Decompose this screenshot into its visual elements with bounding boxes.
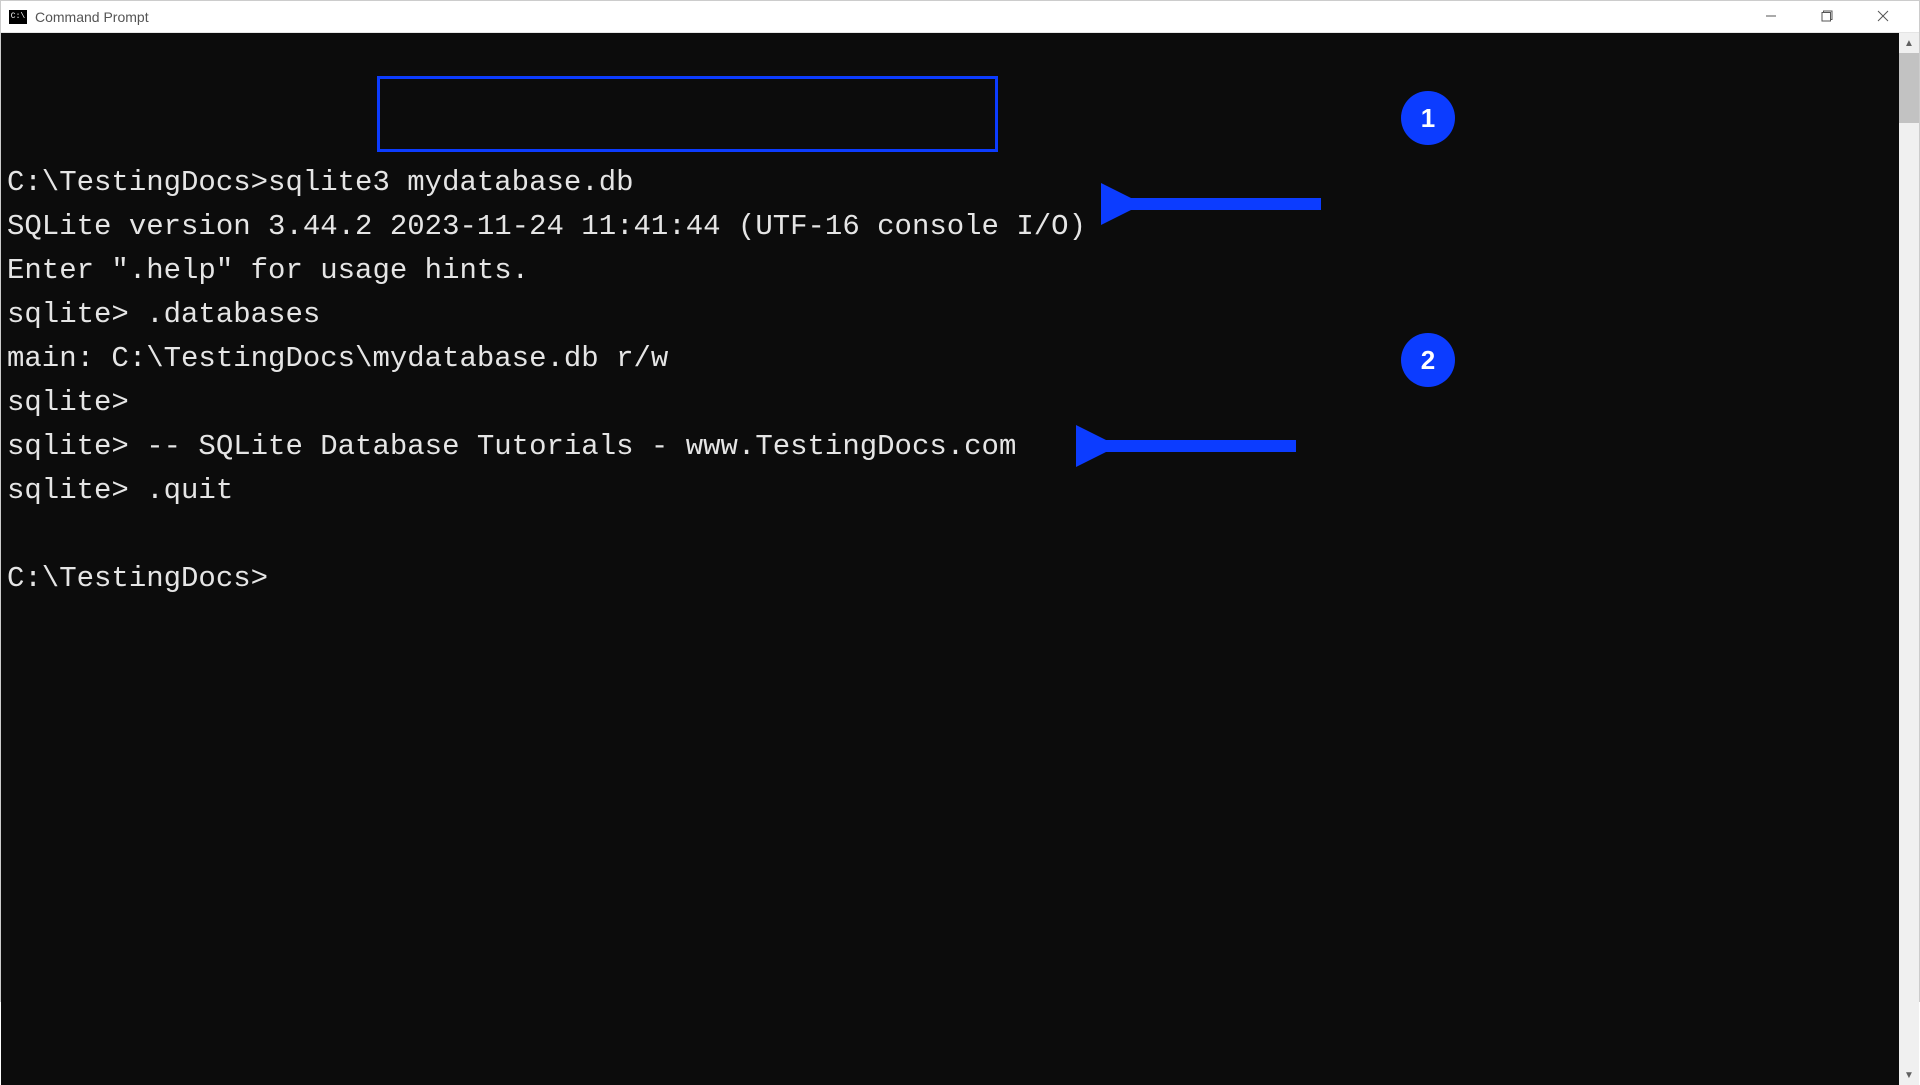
terminal-line: sqlite> [7, 386, 129, 419]
vertical-scrollbar[interactable]: ▲ ▼ [1899, 33, 1919, 1085]
command-prompt-window: C:\ Command Prompt C:\TestingDocs>sqlite… [0, 0, 1920, 1002]
window-controls [1743, 1, 1911, 32]
terminal-line: C:\TestingDocs> [7, 562, 268, 595]
terminal-line: SQLite version 3.44.2 2023-11-24 11:41:4… [7, 210, 1086, 243]
titlebar[interactable]: C:\ Command Prompt [1, 1, 1919, 33]
terminal-line: sqlite> -- SQLite Database Tutorials - w… [7, 430, 1016, 463]
terminal-wrap: C:\TestingDocs>sqlite3 mydatabase.db SQL… [1, 33, 1919, 1085]
terminal-line: main: C:\TestingDocs\mydatabase.db r/w [7, 342, 668, 375]
terminal-line: sqlite> .databases [7, 298, 320, 331]
cmd-icon: C:\ [9, 10, 27, 24]
terminal-output[interactable]: C:\TestingDocs>sqlite3 mydatabase.db SQL… [1, 33, 1899, 1085]
terminal-line: C:\TestingDocs>sqlite3 mydatabase.db [7, 166, 634, 199]
scroll-up-icon[interactable]: ▲ [1899, 33, 1919, 53]
scroll-down-icon[interactable]: ▼ [1899, 1065, 1919, 1085]
scroll-thumb[interactable] [1899, 53, 1919, 123]
terminal-line: sqlite> .quit [7, 474, 233, 507]
minimize-button[interactable] [1743, 0, 1799, 32]
window-title: Command Prompt [35, 9, 1743, 25]
annotation-badge-2: 2 [1401, 333, 1455, 387]
annotation-badge-1: 1 [1401, 91, 1455, 145]
close-button[interactable] [1855, 0, 1911, 32]
terminal-line: Enter ".help" for usage hints. [7, 254, 529, 287]
arrow-2-icon [1076, 330, 1306, 562]
highlight-box-1 [377, 76, 998, 152]
maximize-button[interactable] [1799, 0, 1855, 32]
arrow-1-icon [1101, 88, 1331, 320]
